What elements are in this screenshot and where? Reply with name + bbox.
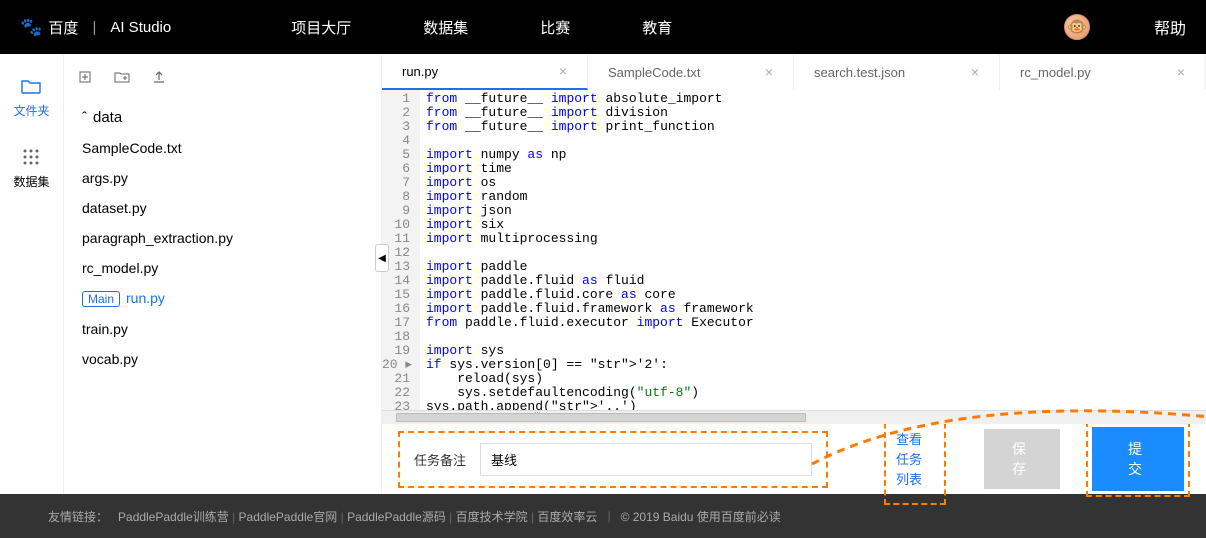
- file-dataset[interactable]: dataset.py: [78, 193, 367, 223]
- logo-brand: 百度: [48, 17, 78, 38]
- help-link[interactable]: 帮助: [1154, 15, 1186, 39]
- tab-rc_model-py[interactable]: rc_model.py×: [1000, 54, 1206, 90]
- file-toolbar: [64, 62, 381, 98]
- bottom-bar: 任务备注 查看任务列表 保存 提交: [382, 424, 1206, 494]
- editor-tabs: run.py×SampleCode.txt×search.test.json×r…: [382, 54, 1206, 90]
- footer-link[interactable]: PaddlePaddle官网: [239, 510, 338, 524]
- baidu-paw-icon: 🐾: [20, 17, 42, 38]
- code-content[interactable]: from __future__ import absolute_importfr…: [420, 90, 1206, 410]
- rail-files-label: 文件夹: [13, 102, 49, 119]
- remark-input[interactable]: [480, 443, 812, 476]
- file-panel: ˆ data SampleCode.txt args.py dataset.py…: [64, 54, 382, 494]
- folder-icon: [21, 76, 41, 96]
- logo-product: AI Studio: [110, 19, 171, 36]
- nav-competitions[interactable]: 比赛: [540, 17, 570, 38]
- footer-copyright: © 2019 Baidu 使用百度前必读: [621, 508, 781, 525]
- file-rc-model[interactable]: rc_model.py: [78, 253, 367, 283]
- file-train[interactable]: train.py: [78, 314, 367, 344]
- tab-search-test-json[interactable]: search.test.json×: [794, 54, 1000, 90]
- upload-icon[interactable]: [152, 70, 166, 88]
- header-right: 🐵 帮助: [1064, 14, 1186, 40]
- new-folder-icon[interactable]: [114, 70, 130, 88]
- footer-link[interactable]: 百度效率云: [537, 510, 597, 524]
- new-file-icon[interactable]: [78, 70, 92, 88]
- file-paragraph-extraction[interactable]: paragraph_extraction.py: [78, 223, 367, 253]
- file-vocab[interactable]: vocab.py: [78, 344, 367, 374]
- logo-separator: |: [92, 19, 96, 36]
- file-args[interactable]: args.py: [78, 163, 367, 193]
- rail-datasets[interactable]: 数据集: [13, 147, 49, 190]
- main-file-name: run.py: [126, 290, 165, 306]
- top-header: 🐾 百度 | AI Studio 项目大厅 数据集 比赛 教育 🐵 帮助: [0, 0, 1206, 54]
- save-button[interactable]: 保存: [984, 429, 1060, 489]
- submit-button[interactable]: 提交: [1092, 427, 1184, 491]
- footer-label: 友情链接：: [48, 508, 108, 525]
- footer-link[interactable]: PaddlePaddle训练营: [118, 510, 229, 524]
- tab-run-py[interactable]: run.py×: [382, 54, 588, 90]
- file-run-main[interactable]: Main run.py: [78, 283, 367, 314]
- nav-education[interactable]: 教育: [642, 17, 672, 38]
- folder-name: data: [93, 109, 122, 126]
- task-remark-box: 任务备注: [398, 431, 828, 488]
- submit-box: 提交: [1086, 421, 1190, 497]
- collapse-handle[interactable]: ◀: [375, 244, 389, 272]
- close-icon[interactable]: ×: [559, 63, 567, 79]
- nav-projects[interactable]: 项目大厅: [291, 17, 351, 38]
- close-icon[interactable]: ×: [765, 64, 773, 80]
- rail-datasets-label: 数据集: [13, 173, 49, 190]
- folder-data[interactable]: ˆ data: [78, 102, 367, 133]
- remark-label: 任务备注: [414, 450, 466, 469]
- view-task-list-link[interactable]: 查看任务列表: [896, 432, 922, 487]
- nav-datasets[interactable]: 数据集: [423, 17, 468, 38]
- editor-area: ◀ run.py×SampleCode.txt×search.test.json…: [382, 54, 1206, 494]
- horizontal-scrollbar[interactable]: [382, 410, 1206, 424]
- close-icon[interactable]: ×: [971, 64, 979, 80]
- top-nav: 项目大厅 数据集 比赛 教育: [291, 17, 672, 38]
- file-samplecode[interactable]: SampleCode.txt: [78, 133, 367, 163]
- rail-files[interactable]: 文件夹: [13, 76, 49, 119]
- logo[interactable]: 🐾 百度 | AI Studio: [20, 17, 171, 38]
- footer-link[interactable]: PaddlePaddle源码: [347, 510, 446, 524]
- footer: 友情链接： PaddlePaddle训练营 | PaddlePaddle官网 |…: [0, 494, 1206, 538]
- close-icon[interactable]: ×: [1177, 64, 1185, 80]
- left-rail: 文件夹 数据集: [0, 54, 64, 494]
- main: 文件夹 数据集 ˆ data SampleCode.txt args.py da…: [0, 54, 1206, 494]
- main-tag: Main: [82, 291, 120, 307]
- avatar[interactable]: 🐵: [1064, 14, 1090, 40]
- chevron-up-icon: ˆ: [82, 109, 87, 126]
- footer-link[interactable]: 百度技术学院: [456, 510, 528, 524]
- view-task-list-box: 查看任务列表: [884, 413, 946, 505]
- code-editor[interactable]: 1234567891011121314151617181920 ▸2122232…: [382, 90, 1206, 410]
- tab-SampleCode-txt[interactable]: SampleCode.txt×: [588, 54, 794, 90]
- file-tree: ˆ data SampleCode.txt args.py dataset.py…: [64, 98, 381, 378]
- grid-icon: [21, 147, 41, 167]
